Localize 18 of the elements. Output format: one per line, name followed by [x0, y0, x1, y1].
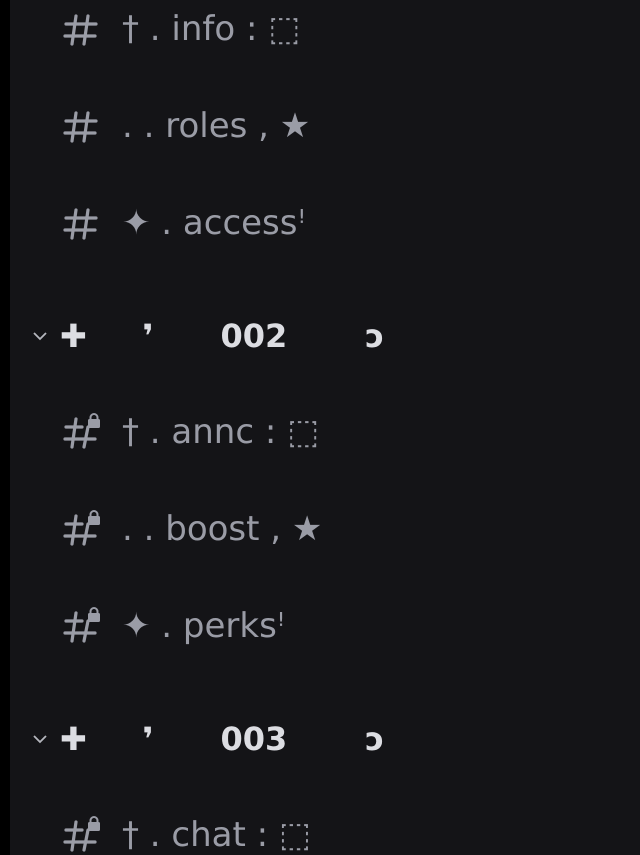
channel-name: ✦ . accessꜝ	[122, 202, 306, 242]
category-name: ✚ ❜ 003 ɔ	[60, 720, 384, 758]
channel-name: . . roles , ★	[122, 106, 310, 146]
channel-name: ✦ . perksꜝ	[122, 606, 286, 646]
channel-name: † . info : ⬚	[122, 8, 300, 48]
channel-name: † . annc : ⬚	[122, 412, 320, 452]
category-header[interactable]: ✚ ❜ 003 ɔ	[10, 674, 640, 786]
channel-item[interactable]: † . chat : ⬚	[10, 786, 640, 855]
channel-item[interactable]: ✦ . accessꜝ	[10, 174, 640, 271]
category-name: ✚ ❜ 002 ɔ	[60, 317, 384, 355]
channel-name: . . boost , ★	[122, 508, 322, 548]
channel-item[interactable]: . . roles , ★	[10, 77, 640, 174]
channel-item[interactable]: † . info : ⬚	[10, 0, 640, 77]
category-header[interactable]: ✚ ❜ 002 ɔ	[10, 271, 640, 383]
channel-item[interactable]: ✦ . perksꜝ	[10, 577, 640, 674]
channel-name: † . chat : ⬚	[122, 814, 312, 854]
channel-item[interactable]: † . annc : ⬚	[10, 383, 640, 480]
channel-item[interactable]: . . boost , ★	[10, 480, 640, 577]
